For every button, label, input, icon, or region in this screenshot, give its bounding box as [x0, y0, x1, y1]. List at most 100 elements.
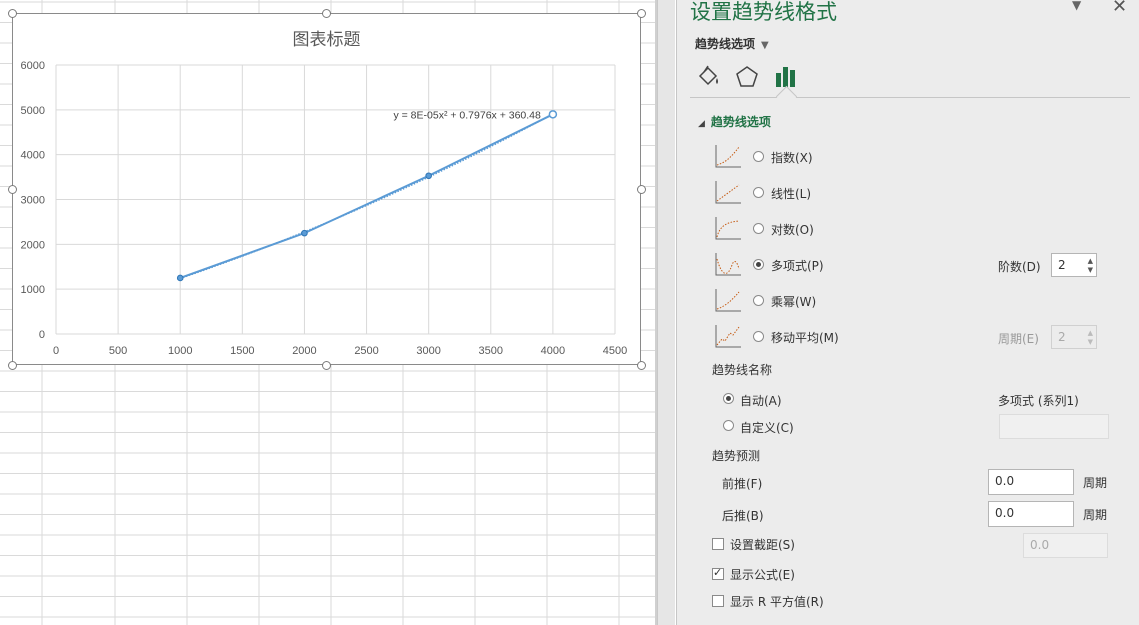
trendline-type-icon: [715, 217, 741, 240]
resize-handle-left[interactable]: [8, 185, 17, 194]
x-tick-label: 4000: [541, 345, 565, 357]
backward-label: 后推(B): [722, 509, 764, 523]
resize-handle-top-right[interactable]: [637, 9, 646, 18]
spinner-up-icon[interactable]: ▲: [1088, 257, 1093, 265]
intercept-input: 0.0: [1023, 533, 1108, 558]
y-tick-label: 4000: [21, 150, 45, 162]
period-value: 2: [1058, 330, 1066, 344]
y-tick-label: 5000: [21, 105, 45, 117]
trendline-type-radio[interactable]: [753, 151, 764, 162]
x-tick-label: 3000: [416, 345, 440, 357]
chart-object[interactable]: 图表标题 0 500 1000 1500 2000 2500 3000 3500 4000 450…: [12, 13, 641, 365]
trendline-name-heading: 趋势线名称: [712, 363, 773, 377]
period-label: 周期(E): [998, 332, 1039, 346]
worksheet-area[interactable]: 图表标题 0 500 1000 1500 2000 2500 3000 3500 4000 450…: [0, 0, 655, 625]
set-intercept-label[interactable]: 设置截距(S): [730, 536, 795, 553]
show-equation-label[interactable]: 显示公式(E): [730, 566, 795, 583]
forward-label: 前推(F): [722, 477, 763, 491]
chevron-down-icon: ▼: [761, 40, 769, 51]
x-tick-label: 1000: [168, 345, 192, 357]
trendline-type-row[interactable]: 乘幂(W): [714, 287, 894, 315]
forward-input[interactable]: 0.0: [988, 469, 1074, 495]
trendline-type-icon: [715, 253, 741, 276]
resize-handle-bottom-right[interactable]: [637, 361, 646, 370]
resize-handle-bottom-left[interactable]: [8, 361, 17, 370]
name-auto-label[interactable]: 自动(A): [740, 392, 782, 409]
trendline-type-radio[interactable]: [753, 259, 764, 270]
trendline-type-radio[interactable]: [753, 223, 764, 234]
trendline-type-icon: [715, 325, 741, 348]
trendline-type-radio[interactable]: [753, 187, 764, 198]
x-tick-label: 3500: [479, 345, 503, 357]
vertical-scrollbar[interactable]: [657, 0, 675, 625]
trendline-type-row[interactable]: 线性(L): [714, 179, 894, 207]
trendline-type-label[interactable]: 移动平均(M): [771, 329, 839, 346]
x-tick-label: 500: [109, 345, 127, 357]
fill-line-tab-icon[interactable]: [694, 63, 722, 91]
data-point[interactable]: [301, 229, 308, 237]
spinner-down-icon[interactable]: ▼: [1088, 266, 1093, 274]
name-auto-radio[interactable]: [723, 393, 734, 404]
trendline-options-section[interactable]: ◢ 趋势线选项: [698, 113, 771, 130]
trendline-type-label[interactable]: 线性(L): [771, 185, 811, 202]
collapse-triangle-icon: ◢: [698, 119, 705, 129]
x-tick-label: 2500: [354, 345, 378, 357]
effects-tab-icon[interactable]: [733, 63, 761, 91]
custom-name-input[interactable]: [999, 414, 1109, 439]
trendline-type-row[interactable]: 对数(O): [714, 215, 894, 243]
x-tick-label: 4500: [603, 345, 627, 357]
show-equation-checkbox[interactable]: [712, 566, 724, 580]
trendline-type-label[interactable]: 乘幂(W): [771, 293, 816, 310]
trendline-type-radio[interactable]: [753, 331, 764, 342]
name-custom-label[interactable]: 自定义(C): [740, 419, 794, 436]
show-r-squared-checkbox[interactable]: [712, 595, 724, 607]
trendline-type-icon: [715, 145, 741, 168]
trendline-type-label[interactable]: 指数(X): [771, 149, 813, 166]
spinner-up-icon: ▲: [1087, 329, 1093, 337]
y-tick-label: 6000: [21, 60, 45, 72]
resize-handle-top[interactable]: [322, 9, 331, 18]
trendline-type-icon: [715, 181, 741, 204]
order-label: 阶数(D): [998, 260, 1041, 274]
format-trendline-pane: 设置趋势线格式 ▼ ✕ 趋势线选项 ▼ ◢ 趋势线选项 阶数(D) 2 ▲ ▼ 周期…: [676, 0, 1139, 625]
plot-area[interactable]: 0 500 1000 1500 2000 2500 3000 3500 4000 4500 0 100…: [13, 14, 642, 366]
forecast-heading: 趋势预测: [712, 449, 761, 463]
y-tick-label: 1000: [21, 284, 45, 296]
close-icon[interactable]: ✕: [1112, 0, 1127, 17]
show-r-squared-label[interactable]: 显示 R 平方值(R): [730, 593, 824, 610]
trendline-end-handle[interactable]: [548, 110, 558, 119]
x-tick-label: 1500: [230, 345, 254, 357]
backward-input[interactable]: 0.0: [988, 501, 1074, 527]
set-intercept-checkbox[interactable]: [712, 538, 724, 550]
backward-unit: 周期: [1083, 508, 1108, 522]
trendline-type-row[interactable]: 指数(X): [714, 143, 894, 171]
name-custom-radio[interactable]: [723, 420, 734, 431]
options-dropdown-label: 趋势线选项: [695, 37, 756, 51]
trendline-type-row[interactable]: 移动平均(M): [714, 323, 894, 351]
section-header-label: 趋势线选项: [710, 115, 771, 129]
y-tick-label: 3000: [21, 195, 45, 207]
trendline-type-radio[interactable]: [753, 295, 764, 306]
data-point[interactable]: [425, 172, 432, 180]
pane-title: 设置趋势线格式: [690, 0, 837, 24]
y-tick-label: 2000: [21, 239, 45, 251]
tab-separator: [690, 97, 1130, 98]
trendline-type-row[interactable]: 多项式(P): [714, 251, 894, 279]
order-spinner[interactable]: 2 ▲ ▼: [1051, 253, 1097, 277]
forward-unit: 周期: [1083, 476, 1108, 490]
pane-options-chevron-icon[interactable]: ▼: [1072, 0, 1081, 12]
period-spinner: 2 ▲ ▼: [1051, 325, 1097, 349]
y-tick-label: 0: [39, 329, 45, 341]
resize-handle-bottom[interactable]: [322, 361, 331, 370]
trendline-equation-label[interactable]: y = 8E-05x² + 0.7976x + 360.48: [393, 109, 541, 121]
resize-handle-top-left[interactable]: [8, 9, 17, 18]
pane-border: [676, 0, 677, 625]
spinner-down-icon: ▼: [1087, 338, 1093, 346]
trendline-options-dropdown[interactable]: 趋势线选项 ▼: [695, 35, 769, 52]
trendline-type-icon: [715, 289, 741, 312]
trendline-type-label[interactable]: 多项式(P): [771, 257, 824, 274]
name-auto-value: 多项式 (系列1): [998, 394, 1079, 408]
resize-handle-right[interactable]: [637, 185, 646, 194]
trendline-type-label[interactable]: 对数(O): [771, 221, 814, 238]
data-point[interactable]: [176, 274, 184, 282]
